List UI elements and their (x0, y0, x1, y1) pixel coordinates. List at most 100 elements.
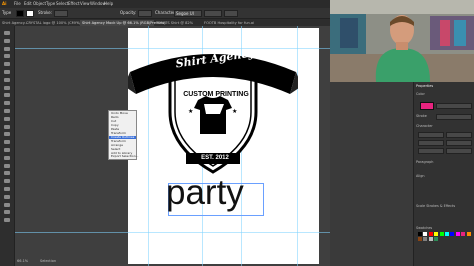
paragraph-label: Paragraph (416, 160, 434, 164)
selection-icon[interactable] (2, 30, 12, 36)
line-icon-glyph (4, 62, 10, 67)
color-swatch[interactable] (434, 237, 439, 242)
rotate-icon-glyph (4, 101, 10, 106)
perspective-icon[interactable] (2, 139, 12, 145)
menu-edit[interactable]: Edit (24, 1, 32, 6)
hand-icon[interactable] (2, 209, 12, 215)
pencil-icon[interactable] (2, 85, 12, 91)
char-field-3[interactable] (418, 140, 444, 146)
selection-icon-glyph (4, 31, 10, 35)
shape-builder-icon[interactable] (2, 131, 12, 137)
rectangle-icon-glyph (4, 70, 10, 74)
slice-icon[interactable] (2, 202, 12, 208)
eyedropper-icon[interactable] (2, 163, 12, 169)
mesh-icon[interactable] (2, 147, 12, 153)
party-text[interactable]: party (166, 173, 244, 213)
char-field-1[interactable] (418, 132, 444, 138)
stroke-weight-field[interactable] (54, 10, 68, 17)
scale-strokes-label[interactable]: Scale Strokes & Effects (416, 204, 455, 208)
menu-effect[interactable]: Effect (68, 1, 80, 6)
menu-object[interactable]: Object (33, 1, 46, 6)
color-swatch[interactable] (455, 232, 460, 236)
symbol-sprayer-icon[interactable] (2, 178, 12, 184)
graph-icon[interactable] (2, 186, 12, 192)
symbol-sprayer-icon-glyph (4, 179, 10, 184)
logo-est: EST. 2012 (201, 155, 229, 161)
perspective-icon-glyph (4, 140, 10, 145)
width-icon-glyph (4, 116, 10, 121)
paintbrush-icon-glyph (4, 77, 10, 82)
artboard-icon[interactable] (2, 194, 12, 200)
color-swatch[interactable] (428, 237, 433, 242)
stroke-label: Stroke (416, 114, 427, 118)
char-field-2[interactable] (446, 132, 472, 138)
star-icon: ★ (188, 108, 193, 115)
color-swatch[interactable] (450, 232, 455, 236)
stroke-label: Stroke: (38, 10, 53, 15)
color-swatch[interactable] (439, 232, 444, 236)
font-size-field[interactable] (224, 10, 238, 17)
color-swatch[interactable] (466, 232, 471, 236)
panel-title: Properties (416, 84, 434, 88)
opacity-field[interactable] (138, 10, 152, 17)
gradient-icon-glyph (4, 155, 10, 160)
fill-color-swatch[interactable] (420, 102, 434, 110)
paintbrush-icon[interactable] (2, 77, 12, 83)
mesh-icon-glyph (4, 148, 10, 152)
menu-type[interactable]: Type (46, 1, 55, 6)
control-bar: Type Stroke: Opacity: Character: Segoe U… (0, 8, 330, 19)
type-icon[interactable] (2, 53, 12, 59)
pencil-icon-glyph (4, 85, 10, 90)
blend-icon[interactable] (2, 170, 12, 176)
color-swatch[interactable] (445, 232, 449, 236)
scale-icon[interactable] (2, 108, 12, 114)
eraser-icon-glyph (4, 93, 10, 98)
free-transform-icon[interactable] (2, 124, 12, 130)
zoom-icon[interactable] (2, 217, 12, 223)
color-swatch[interactable] (423, 237, 428, 242)
rotate-icon[interactable] (2, 100, 12, 106)
character-label: Character: (155, 10, 177, 15)
webcam-video (330, 0, 474, 82)
eyedropper-icon-glyph (4, 163, 10, 168)
direct-selection-icon-glyph (4, 38, 10, 43)
color-swatch[interactable] (418, 237, 422, 242)
tools-panel (0, 26, 15, 266)
color-swatch[interactable] (428, 232, 433, 236)
char-field-5[interactable] (418, 148, 444, 154)
slice-icon-glyph (4, 202, 10, 207)
stroke-field[interactable] (436, 114, 472, 120)
color-field[interactable] (436, 103, 472, 109)
line-icon[interactable] (2, 61, 12, 67)
color-swatch[interactable] (418, 232, 422, 236)
menu-select[interactable]: Select (56, 1, 68, 6)
star-icon: ★ (232, 108, 237, 115)
color-label: Color (416, 92, 425, 96)
color-swatch[interactable] (461, 232, 466, 236)
fill-swatch[interactable] (16, 10, 24, 17)
properties-panel: Properties Color Stroke Character Paragr… (413, 82, 474, 266)
color-swatch[interactable] (423, 232, 428, 236)
gradient-icon[interactable] (2, 155, 12, 161)
guide-line[interactable] (15, 232, 330, 233)
width-icon[interactable] (2, 116, 12, 122)
graph-icon-glyph (4, 187, 10, 191)
menu-file[interactable]: File (14, 1, 21, 6)
char-field-4[interactable] (446, 140, 472, 146)
color-swatch[interactable] (434, 232, 439, 236)
font-style-select[interactable] (204, 10, 222, 17)
stroke-swatch[interactable] (26, 10, 34, 17)
pen-icon[interactable] (2, 46, 12, 52)
menu-help[interactable]: Help (104, 1, 113, 6)
font-select[interactable]: Segoe UI (174, 10, 202, 17)
rectangle-icon[interactable] (2, 69, 12, 75)
ctx-export-selection[interactable]: Export Selection... (111, 154, 138, 158)
zoom-level[interactable]: 66.1% (17, 259, 28, 263)
menu-view[interactable]: View (80, 1, 90, 6)
shape-builder-icon-glyph (4, 132, 10, 137)
direct-selection-icon[interactable] (2, 38, 12, 44)
type-icon-glyph (4, 54, 10, 59)
zoom-icon-glyph (4, 218, 10, 223)
char-field-6[interactable] (446, 148, 472, 154)
eraser-icon[interactable] (2, 92, 12, 98)
